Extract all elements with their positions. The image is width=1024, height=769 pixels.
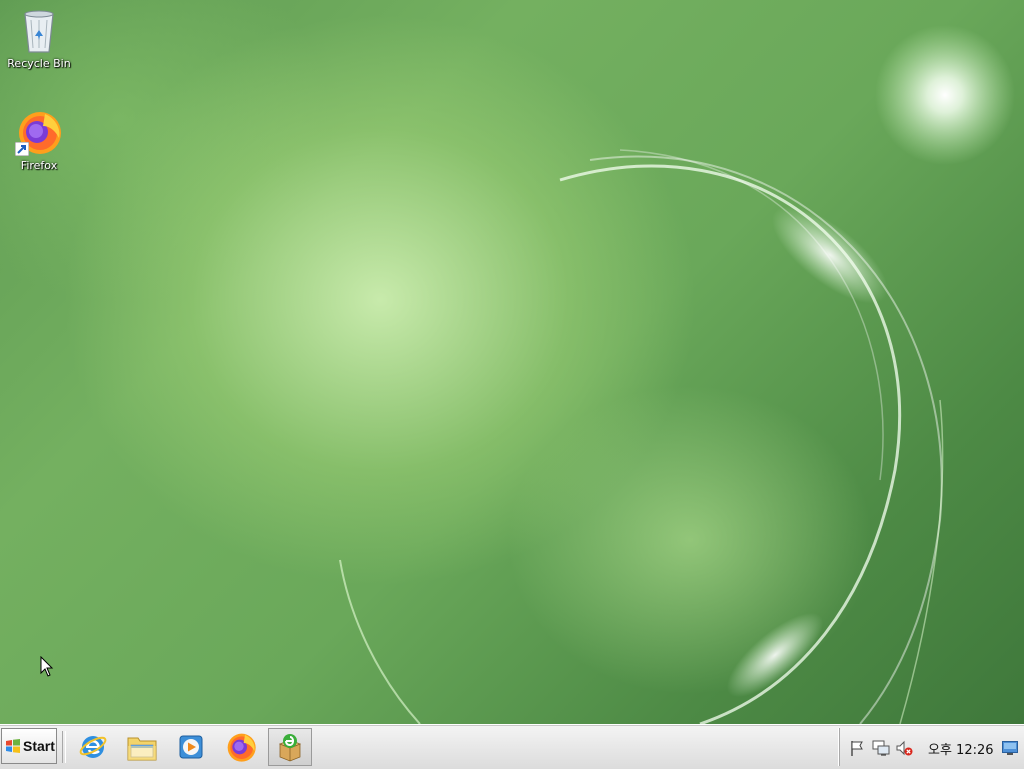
taskbar-button-installer[interactable]: [268, 728, 312, 766]
file-explorer-icon: [127, 737, 157, 761]
taskbar-separator: [62, 731, 66, 763]
desktop-icon-firefox[interactable]: Firefox: [1, 108, 77, 172]
taskbar: Start 오후 12:26: [0, 724, 1024, 769]
shortcut-arrow-icon: [15, 142, 29, 156]
installer-package-icon: [278, 734, 302, 762]
show-desktop-icon[interactable]: [1002, 741, 1018, 755]
start-button[interactable]: Start: [1, 728, 57, 764]
desktop[interactable]: Recycle Bin Firefox: [0, 0, 1024, 724]
clock[interactable]: 오후 12:26: [928, 739, 994, 758]
start-label: Start: [23, 738, 55, 754]
firefox-icon: [15, 108, 63, 156]
windows-logo-icon: [6, 739, 20, 753]
recycle-bin-icon: [15, 6, 63, 54]
desktop-icon-recycle-bin[interactable]: Recycle Bin: [1, 6, 77, 70]
system-tray: 오후 12:26: [839, 728, 1024, 766]
media-player-icon: [179, 735, 203, 759]
action-center-flag-icon[interactable]: [848, 739, 866, 757]
quick-launch-internet-explorer[interactable]: [71, 728, 115, 766]
quick-launch-file-explorer[interactable]: [120, 728, 164, 766]
volume-muted-icon[interactable]: [895, 739, 913, 757]
wallpaper-swirl: [339, 25, 1015, 724]
mouse-cursor-icon: [40, 656, 54, 677]
network-icon[interactable]: [872, 739, 890, 757]
firefox-icon: [227, 733, 256, 762]
quick-launch-media-player[interactable]: [169, 728, 213, 766]
desktop-icon-label: Firefox: [20, 159, 58, 172]
quick-launch-firefox[interactable]: [219, 728, 263, 766]
internet-explorer-icon: [79, 736, 107, 758]
desktop-icon-label: Recycle Bin: [7, 57, 71, 70]
